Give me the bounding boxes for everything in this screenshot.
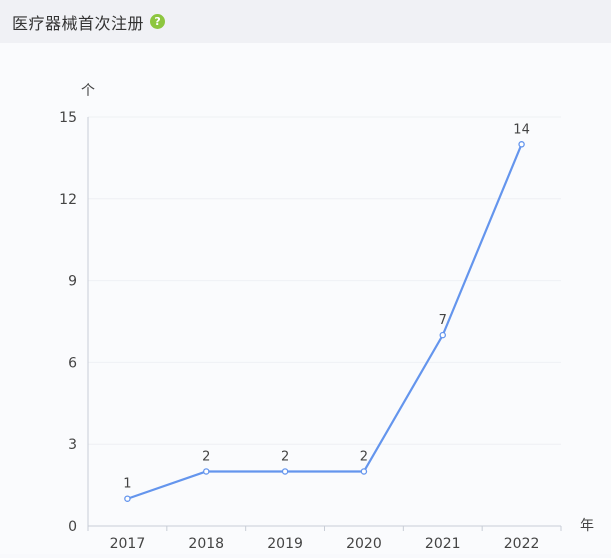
line-chart: 0 3 6 9 12 15 2017 2018 2019 2020 2021 2022 个年 12227… xyxy=(0,43,611,554)
data-label: 7 xyxy=(439,313,447,328)
chart-card: 医疗器械首次注册 ? 0 3 6 9 12 15 2017 2018 2019 2020 2021 2… xyxy=(0,0,611,554)
card-header: 医疗器械首次注册 ? xyxy=(0,0,611,43)
card-title: 医疗器械首次注册 xyxy=(12,13,145,33)
data-point xyxy=(202,468,210,475)
x-tick-label: 2017 xyxy=(110,536,146,552)
data-label: 14 xyxy=(513,122,530,137)
point-layer xyxy=(124,141,525,502)
grid-layer xyxy=(88,116,561,445)
data-point xyxy=(439,331,446,339)
y-tick-label: 9 xyxy=(68,274,77,290)
line-layer xyxy=(126,143,523,500)
y-axis-unit-label: 个 xyxy=(81,83,95,99)
line-chart-svg: 036912152017 2018 2019 2020 2021 2022个年 12 2 27… xyxy=(59,83,594,552)
y-tick-label: 6 xyxy=(68,355,77,371)
x-axis-unit-label: 年 xyxy=(580,518,594,534)
label-layer: 1 2 2 2 7 14 xyxy=(123,122,530,491)
data-point xyxy=(360,468,368,475)
y-tick-label: 15 xyxy=(59,110,77,126)
x-tick-label: 2021 xyxy=(425,536,461,552)
y-tick-label: 12 xyxy=(59,192,77,208)
x-tick-label: 2018 xyxy=(188,536,224,552)
question-circle-icon[interactable]: ? xyxy=(150,14,166,29)
data-point xyxy=(281,468,289,475)
x-tick-label: 2022 xyxy=(504,536,540,552)
data-label: 2 xyxy=(360,449,368,464)
y-tick-label: 3 xyxy=(68,437,77,453)
data-label: 2 xyxy=(281,449,289,464)
data-point xyxy=(124,495,131,502)
data-label: 2 xyxy=(202,449,210,464)
x-tick-label: 2019 xyxy=(267,536,303,552)
data-point xyxy=(518,141,525,148)
y-tick-label: 0 xyxy=(68,519,77,535)
data-label: 1 xyxy=(123,477,131,492)
x-tick-label: 2020 xyxy=(346,536,382,552)
axis-layer: 036912152017 2018 2019 2020 2021 2022个年 xyxy=(59,83,594,552)
series-line xyxy=(126,143,523,500)
